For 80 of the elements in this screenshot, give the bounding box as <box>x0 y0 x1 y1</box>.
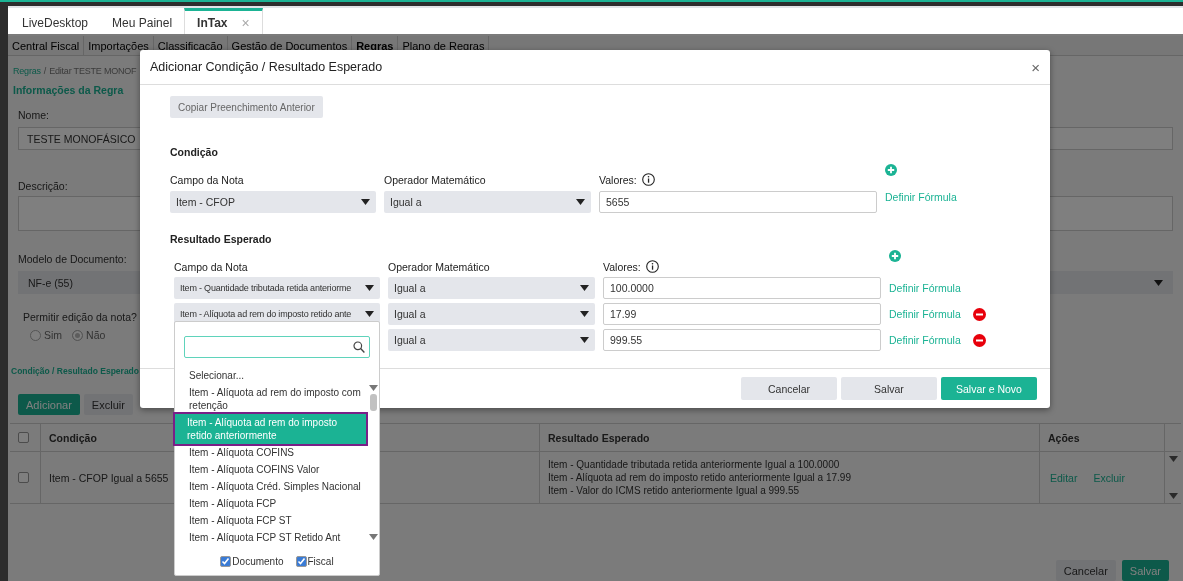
value-field[interactable]: 17.99 <box>603 303 881 325</box>
dialog-title: Adicionar Condição / Resultado Esperado <box>150 60 383 74</box>
radio-label: Sim <box>44 329 63 341</box>
caret-icon <box>580 337 589 343</box>
field-label: Valores: <box>599 173 637 186</box>
dropdown-option[interactable]: Item - Alíquota FCP ST Retido Ant <box>175 529 368 546</box>
select-field[interactable]: Igual a <box>388 303 595 325</box>
table-cell-text: Item - CFOP Igual a 5655 <box>49 471 170 484</box>
info-icon[interactable] <box>645 260 659 273</box>
search-field[interactable] <box>184 336 370 358</box>
value-field[interactable]: 5655 <box>599 191 877 213</box>
dropdown-option[interactable]: Item - Alíquota COFINS Valor <box>175 461 368 478</box>
remove-icon[interactable] <box>972 307 986 321</box>
select-field[interactable]: Igual a <box>388 277 595 299</box>
caret-icon <box>365 311 374 317</box>
checkbox-label: Fiscal <box>307 556 334 567</box>
page-button[interactable]: Cancelar <box>1055 560 1116 581</box>
checkbox[interactable] <box>295 556 307 567</box>
caret-icon <box>369 385 378 391</box>
result-text: Item - Quantidade tributada retida anteriormente Igual a 100.0000 <box>548 459 841 470</box>
field-label: Operador Matemático <box>388 261 491 273</box>
value-field[interactable]: 100.0000 <box>603 277 881 299</box>
caret-icon <box>369 534 378 540</box>
search-icon[interactable] <box>353 341 365 353</box>
caret-icon <box>580 285 589 291</box>
caret-icon <box>576 199 585 205</box>
breadcrumb-separator: / <box>43 66 47 78</box>
dialog-button[interactable]: Salvar <box>841 377 937 400</box>
radio-button[interactable] <box>30 329 41 341</box>
caret-icon <box>1154 279 1163 286</box>
dropdown-option[interactable]: Item - Alíquota FCP <box>175 495 368 512</box>
section-title: Condição / Resultado Esperado <box>10 366 139 376</box>
app-tab[interactable]: Meu Painel <box>100 8 185 34</box>
select-field[interactable]: Igual a <box>384 191 591 213</box>
add-icon[interactable] <box>889 250 901 262</box>
field-label: Permitir edição da nota? <box>22 311 137 323</box>
nav-item[interactable]: Central Fiscal <box>8 36 85 55</box>
dialog-button[interactable]: Cancelar <box>741 377 837 400</box>
radio-label: Não <box>86 329 106 341</box>
column-header: Resultado Esperado <box>540 424 1040 451</box>
field-label: Campo da Nota <box>170 174 245 186</box>
field-label: Operador Matemático <box>384 174 487 186</box>
value-field[interactable]: 999.55 <box>603 329 881 351</box>
caret-icon <box>361 199 370 205</box>
action-button[interactable]: Excluir <box>83 394 133 415</box>
dropdown-option[interactable]: Item - Alíquota FCP ST <box>175 512 368 529</box>
result-text: Item - Valor do ICMS retido anteriormente Igual a 999.55 <box>548 485 801 496</box>
checkbox[interactable] <box>220 556 232 567</box>
caret-icon <box>365 285 374 291</box>
scrollbar-thumb[interactable] <box>370 394 377 411</box>
dropdown-option[interactable]: Selecionar... <box>175 367 368 384</box>
app-tab[interactable]: LiveDesktop <box>10 8 101 34</box>
field-label: Valores: <box>603 260 641 273</box>
remove-icon[interactable] <box>972 333 986 347</box>
result-text: Item - Alíquota ad rem do imposto retido anteriormente Igual a 17.99 <box>548 472 852 483</box>
caret-icon <box>1168 456 1178 462</box>
dropdown-option[interactable]: Item - Alíquota ad rem do imposto com retenção <box>175 384 368 414</box>
checkbox[interactable] <box>18 432 29 443</box>
field-label: Modelo de Documento: <box>17 253 127 265</box>
checkbox[interactable] <box>18 472 29 483</box>
select-field[interactable]: Item - Quantidade tributada retida anteriorme <box>174 277 380 299</box>
section-title: Informações da Regra <box>12 84 124 96</box>
radio-button[interactable] <box>72 329 84 341</box>
field-label: Nome: <box>17 109 49 121</box>
dropdown-option[interactable]: Item - Alíquota Créd. Simples Nacional <box>175 478 368 495</box>
copy-button[interactable]: Copiar Preenchimento Anterior <box>170 96 323 118</box>
caret-icon <box>1168 493 1178 499</box>
caret-icon <box>580 311 589 317</box>
column-header: Ações <box>1040 424 1165 451</box>
breadcrumb-current: Editar TESTE MONOF <box>49 66 137 78</box>
section-title: Resultado Esperado <box>170 233 273 245</box>
section-title: Condição <box>170 146 219 158</box>
info-icon[interactable] <box>641 173 655 186</box>
add-icon[interactable] <box>885 164 897 176</box>
select-field[interactable]: Item - CFOP <box>170 191 376 213</box>
select-field[interactable]: Igual a <box>388 329 595 351</box>
close-icon[interactable]: × <box>1031 58 1040 76</box>
field-label: Descrição: <box>17 180 68 192</box>
checkbox-label: Documento <box>232 556 284 567</box>
field-label: Campo da Nota <box>174 261 249 273</box>
